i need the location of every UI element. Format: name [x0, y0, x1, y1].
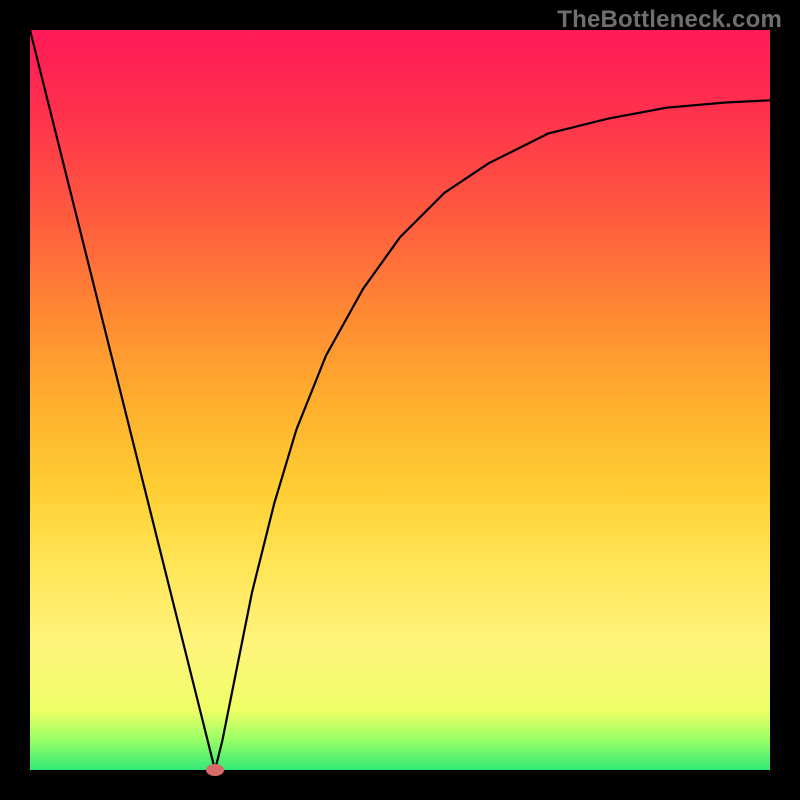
plot-area — [30, 30, 770, 770]
bottleneck-chart: TheBottleneck.com — [0, 0, 800, 800]
bottleneck-curve-line — [30, 30, 770, 770]
watermark-text: TheBottleneck.com — [557, 6, 782, 34]
optimal-point-marker — [206, 764, 224, 776]
curve-svg — [30, 30, 770, 770]
